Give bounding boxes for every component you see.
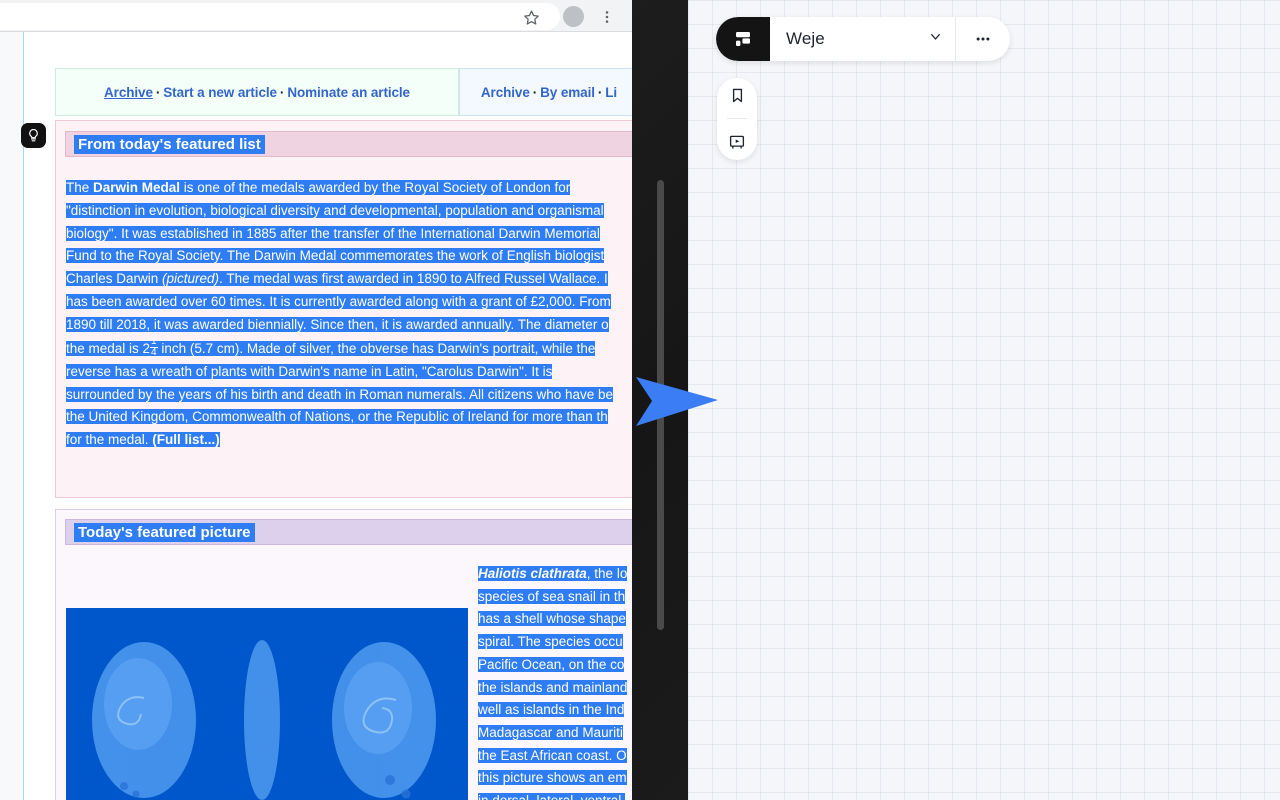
app-tool-palette[interactable] xyxy=(717,78,757,160)
featured-picture-caption: Haliotis clathrata, the lo species of se… xyxy=(478,563,632,800)
chevron-down-icon[interactable] xyxy=(928,29,943,49)
featured-list-body: The Darwin Medal is one of the medals aw… xyxy=(66,177,632,452)
nav-link-nominate-article[interactable]: Nominate an article xyxy=(287,85,410,100)
weje-logo-icon[interactable] xyxy=(716,17,770,61)
nav-separator: · xyxy=(598,85,602,100)
vertical-scrollbar[interactable] xyxy=(657,180,664,630)
presentation-play-icon[interactable] xyxy=(724,129,750,155)
canvas-grid-background xyxy=(688,0,1280,800)
nav-strip-featured-list[interactable]: Archive · Start a new article · Nominate… xyxy=(55,68,459,116)
board-title: Weje xyxy=(786,29,825,49)
app-toolbar[interactable]: Weje xyxy=(716,17,1010,61)
browser-chrome xyxy=(0,0,632,32)
section-title: From today's featured list xyxy=(74,135,265,154)
address-bar[interactable] xyxy=(0,3,560,30)
nav-link-list[interactable]: Li xyxy=(605,85,617,100)
abalone-shell-image-selected[interactable] xyxy=(66,608,468,800)
browser-window: Archive · Start a new article · Nominate… xyxy=(0,0,632,800)
web-page-viewport[interactable]: Archive · Start a new article · Nominate… xyxy=(0,32,632,800)
nav-separator: · xyxy=(280,85,284,100)
page-left-rail xyxy=(0,32,24,800)
nav-link-archive[interactable]: Archive xyxy=(104,85,153,100)
ellipsis-icon[interactable] xyxy=(956,17,1010,61)
weje-canvas-app[interactable]: From today's featured list The Darwin Me… xyxy=(688,0,1280,800)
more-vert-icon[interactable] xyxy=(598,8,616,26)
nav-separator: · xyxy=(156,85,160,100)
todays-featured-picture-section: Today's featured picture xyxy=(55,509,632,800)
section-title-picture: Today's featured picture xyxy=(74,523,255,542)
from-todays-featured-list-section: From today's featured list The Darwin Me… xyxy=(55,120,632,498)
bookmark-star-icon[interactable] xyxy=(522,8,540,26)
board-name-field[interactable]: Weje xyxy=(770,17,955,61)
section-header-featured-list: From today's featured list xyxy=(65,131,632,157)
dark-side-panel xyxy=(632,0,688,800)
nav-link-start-article[interactable]: Start a new article xyxy=(163,85,277,100)
nav-strip-by-email[interactable]: Archive · By email · Li xyxy=(459,68,632,116)
tool-divider xyxy=(727,118,747,119)
bookmark-icon[interactable] xyxy=(724,83,750,109)
profile-avatar[interactable] xyxy=(563,6,584,27)
lightbulb-icon[interactable] xyxy=(21,123,46,148)
nav-separator: · xyxy=(533,85,537,100)
nav-link-archive-2[interactable]: Archive xyxy=(481,85,530,100)
screen-root: Archive · Start a new article · Nominate… xyxy=(0,0,1280,800)
section-header-featured-picture: Today's featured picture xyxy=(65,519,632,545)
nav-link-by-email[interactable]: By email xyxy=(540,85,595,100)
